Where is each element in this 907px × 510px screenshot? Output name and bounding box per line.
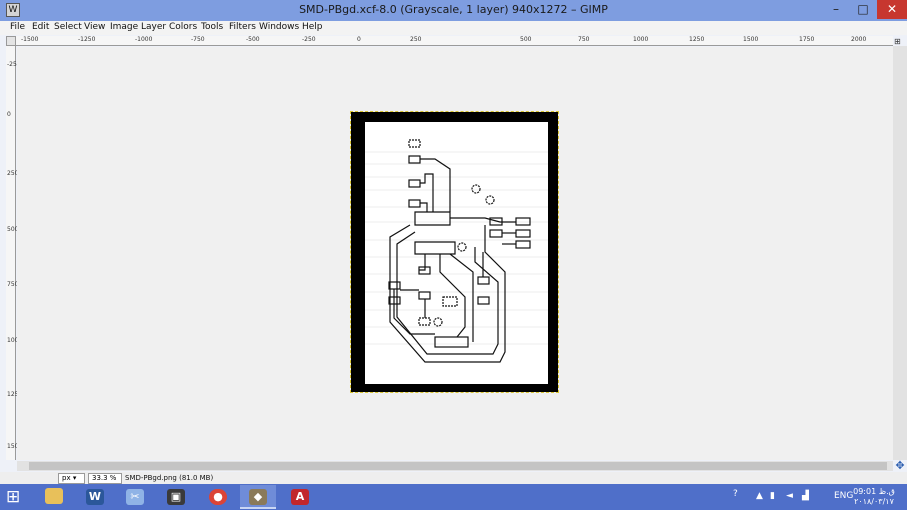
status-file-info: SMD-PBgd.png (81.0 MB) bbox=[125, 474, 214, 482]
clock[interactable]: 09:01 ق.ظ ۲۰۱۸/۰۳/۱۷ bbox=[852, 487, 896, 507]
close-button[interactable]: ✕ bbox=[877, 0, 907, 19]
minimize-button[interactable]: – bbox=[823, 0, 849, 19]
clock-date: ۲۰۱۸/۰۳/۱۷ bbox=[854, 497, 894, 506]
title-bar[interactable]: W SMD-PBgd.xcf-8.0 (Grayscale, 1 layer) … bbox=[0, 0, 907, 21]
ruler-label: -250 bbox=[302, 36, 316, 43]
network-icon[interactable]: ▟ bbox=[802, 491, 809, 501]
menu-edit[interactable]: Edit bbox=[32, 22, 49, 32]
horizontal-ruler: -1500 -1250 -1000 -750 -500 -250 0 250 5… bbox=[16, 36, 893, 46]
language-indicator[interactable]: ENG bbox=[834, 491, 853, 501]
snipping-tool-icon[interactable]: ✂ bbox=[117, 485, 153, 509]
navigation-cross-icon[interactable]: ✥ bbox=[893, 460, 907, 472]
vertical-scrollbar[interactable] bbox=[893, 46, 907, 460]
ruler-label: 1750 bbox=[799, 36, 815, 43]
clock-time: 09:01 ق.ظ bbox=[853, 487, 895, 496]
media-icon[interactable]: ▣ bbox=[158, 485, 194, 509]
ruler-label: -500 bbox=[246, 36, 260, 43]
start-icon[interactable]: ⊞ bbox=[6, 488, 26, 506]
ruler-label: 0 bbox=[7, 111, 11, 118]
menu-layer[interactable]: Layer bbox=[141, 22, 166, 32]
ruler-label: 500 bbox=[520, 36, 532, 43]
ruler-label: 250 bbox=[410, 36, 422, 43]
ruler-label: -1000 bbox=[135, 36, 153, 43]
ruler-label: 0 bbox=[357, 36, 361, 43]
menu-bar: File Edit Select View Image Layer Colors… bbox=[0, 21, 907, 35]
ruler-label: 1250 bbox=[689, 36, 705, 43]
ruler-label: 1500 bbox=[743, 36, 759, 43]
ruler-label: -1250 bbox=[78, 36, 96, 43]
vertical-ruler: -250 0 250 500 750 1000 1250 1500 bbox=[6, 46, 22, 460]
menu-windows[interactable]: Windows bbox=[259, 22, 299, 32]
menu-help[interactable]: Help bbox=[302, 22, 323, 32]
gimp-window: W SMD-PBgd.xcf-8.0 (Grayscale, 1 layer) … bbox=[0, 0, 907, 491]
ruler-label: 1000 bbox=[633, 36, 649, 43]
battery-icon[interactable]: ▮ bbox=[770, 491, 775, 501]
gimp-icon[interactable]: ◆ bbox=[240, 485, 276, 509]
quick-mask-toggle[interactable] bbox=[6, 36, 16, 46]
chrome-icon[interactable]: ● bbox=[200, 485, 236, 509]
pdf-icon[interactable]: A bbox=[282, 485, 318, 509]
word-icon[interactable]: W bbox=[77, 485, 113, 509]
navigate-icon[interactable]: ⊞ bbox=[894, 37, 906, 46]
chevron-down-icon: ▾ bbox=[72, 474, 77, 482]
maximize-button[interactable]: □ bbox=[850, 0, 876, 19]
menu-select[interactable]: Select bbox=[54, 22, 82, 32]
zoom-select[interactable]: 33.3 % ▾ bbox=[88, 473, 122, 491]
pcb-board bbox=[365, 122, 548, 384]
unit-value: px bbox=[62, 474, 71, 482]
pcb-traces bbox=[365, 139, 548, 363]
menu-colors[interactable]: Colors bbox=[169, 22, 197, 32]
ruler-label: 2000 bbox=[851, 36, 867, 43]
menu-file[interactable]: File bbox=[10, 22, 25, 32]
horizontal-scrollbar[interactable] bbox=[17, 461, 893, 471]
horizontal-scroll-thumb[interactable] bbox=[29, 462, 887, 470]
window-title: SMD-PBgd.xcf-8.0 (Grayscale, 1 layer) 94… bbox=[299, 3, 608, 16]
unit-select[interactable]: px ▾ bbox=[58, 473, 85, 484]
menu-filters[interactable]: Filters bbox=[229, 22, 256, 32]
ruler-label: -1500 bbox=[21, 36, 39, 43]
help-icon[interactable]: ? bbox=[733, 489, 738, 499]
file-explorer-icon[interactable] bbox=[36, 485, 72, 509]
taskbar: ⊞ W ✂ ▣ ● ◆ A ? ▲ ▮ ◄ ▟ ENG 09:01 ق.ظ ۲۰… bbox=[0, 484, 907, 510]
ruler-label: 750 bbox=[578, 36, 590, 43]
pcb-image[interactable] bbox=[350, 111, 559, 393]
menu-tools[interactable]: Tools bbox=[201, 22, 223, 32]
zoom-value: 33.3 % bbox=[92, 474, 117, 482]
ruler-label: -750 bbox=[191, 36, 205, 43]
menu-image[interactable]: Image bbox=[110, 22, 138, 32]
menu-view[interactable]: View bbox=[84, 22, 105, 32]
chevron-up-icon[interactable]: ▲ bbox=[756, 491, 763, 501]
volume-icon[interactable]: ◄ bbox=[786, 491, 793, 501]
